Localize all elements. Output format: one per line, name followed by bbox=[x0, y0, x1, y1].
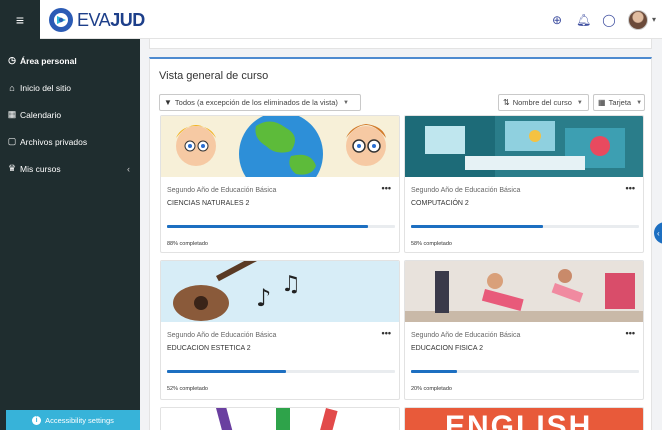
site-logo[interactable]: EVAJUD bbox=[48, 6, 145, 34]
sidebar-item-label: Archivos privados bbox=[20, 136, 88, 147]
progress-fill bbox=[411, 225, 544, 228]
progress-label: 88% completado bbox=[167, 241, 208, 247]
filter-dropdown[interactable]: ▼ Todos (a excepción de los eliminados d… bbox=[159, 94, 361, 111]
filter-label: Todos (a excepción de los eliminados de … bbox=[174, 98, 338, 107]
block-title: Vista general de curso bbox=[159, 70, 269, 82]
calendar-icon: ▦ bbox=[7, 109, 17, 119]
sidebar-item-label: Mis cursos bbox=[20, 163, 61, 174]
grid-icon: ▦ bbox=[598, 98, 606, 107]
previous-block-edge bbox=[149, 39, 652, 49]
course-name[interactable]: EDUCACION ESTETICA 2 bbox=[167, 345, 251, 352]
sort-icon: ⇅ bbox=[503, 98, 510, 107]
graduation-cap-icon: ♛ bbox=[7, 163, 17, 173]
course-actions-menu[interactable]: ••• bbox=[382, 328, 391, 338]
chevron-down-icon: ▼ bbox=[342, 99, 349, 106]
course-actions-menu[interactable]: ••• bbox=[382, 183, 391, 193]
course-actions-menu[interactable]: ••• bbox=[626, 328, 635, 338]
sidebar-item-archivos[interactable]: ▢ Archivos privados bbox=[0, 128, 140, 155]
course-image-fisica[interactable] bbox=[405, 261, 643, 322]
course-image-estetica[interactable]: ♪ ♫ bbox=[161, 261, 399, 322]
filter-icon: ▼ bbox=[164, 98, 172, 107]
progress-label: 58% completado bbox=[411, 241, 452, 247]
sort-label: Nombre del curso bbox=[512, 98, 572, 107]
course-category: Segundo Año de Educación Básica bbox=[411, 187, 521, 194]
top-navbar: ≡ EVAJUD ⊕ 🔔︎ ◯ ▾ bbox=[0, 0, 662, 39]
svg-text:♪: ♪ bbox=[256, 284, 271, 312]
progress-bar bbox=[411, 370, 639, 373]
course-category: Segundo Año de Educación Básica bbox=[167, 332, 277, 339]
chevron-down-icon: ▼ bbox=[576, 99, 583, 106]
view-label: Tarjeta bbox=[608, 98, 632, 107]
sidebar-item-label: Calendario bbox=[20, 109, 62, 120]
course-name[interactable]: COMPUTACIÓN 2 bbox=[411, 200, 469, 207]
course-actions-menu[interactable]: ••• bbox=[626, 183, 635, 193]
dashboard-icon: ◷ bbox=[8, 55, 16, 65]
svg-text:♫: ♫ bbox=[281, 272, 301, 297]
progress-fill bbox=[167, 370, 286, 373]
user-avatar[interactable] bbox=[627, 9, 648, 30]
user-menu-caret[interactable]: ▾ bbox=[652, 15, 656, 24]
course-category: Segundo Año de Educación Básica bbox=[411, 332, 521, 339]
progress-fill bbox=[411, 370, 457, 373]
progress-label: 20% completado bbox=[411, 386, 452, 392]
drawer-toggle-button[interactable]: ‹ bbox=[654, 222, 662, 244]
course-card-partial[interactable] bbox=[160, 407, 400, 430]
sort-dropdown[interactable]: ⇅ Nombre del curso ▼ bbox=[498, 94, 589, 111]
logo-mark-icon bbox=[49, 8, 73, 32]
progress-bar bbox=[411, 225, 639, 228]
english-banner-text: ENGLISH bbox=[445, 410, 593, 430]
view-dropdown[interactable]: ▦ Tarjeta ▼ bbox=[593, 94, 645, 111]
course-category: Segundo Año de Educación Básica bbox=[167, 187, 277, 194]
accessibility-icon: i bbox=[32, 415, 42, 425]
sidebar-item-area-personal[interactable]: ◷ Área personal bbox=[0, 47, 140, 74]
logo-text: EVAJUD bbox=[77, 9, 145, 30]
left-sidebar: ◷ Área personal ⌂ Inicio del sitio ▦ Cal… bbox=[0, 39, 140, 430]
home-icon: ⌂ bbox=[9, 82, 15, 93]
sidebar-item-inicio[interactable]: ⌂ Inicio del sitio bbox=[0, 74, 140, 101]
chevron-down-icon: ▼ bbox=[636, 99, 643, 106]
progress-fill bbox=[167, 225, 368, 228]
course-image-computacion[interactable] bbox=[405, 116, 643, 177]
course-card[interactable]: Segundo Año de Educación Básica COMPUTAC… bbox=[404, 115, 644, 253]
progress-bar bbox=[167, 225, 395, 228]
chevron-left-icon[interactable]: ‹ bbox=[127, 164, 130, 174]
accessibility-settings-button[interactable]: i Accessibility settings bbox=[6, 410, 140, 430]
hamburger-menu-button[interactable]: ≡ bbox=[0, 0, 40, 39]
bell-icon[interactable]: 🔔︎ bbox=[576, 13, 591, 27]
course-overview-block: Vista general de curso ▼ Todos (a excepc… bbox=[149, 57, 652, 430]
course-card[interactable]: ♪ ♫ Segundo Año de Educación Básica EDUC… bbox=[160, 260, 400, 400]
sidebar-item-label: Inicio del sitio bbox=[20, 82, 72, 93]
sidebar-item-calendario[interactable]: ▦ Calendario bbox=[0, 101, 140, 128]
sidebar-item-mis-cursos[interactable]: ♛ Mis cursos ‹ bbox=[0, 155, 140, 182]
files-icon: ▢ bbox=[7, 136, 17, 146]
course-image-ciencias[interactable] bbox=[161, 116, 399, 177]
course-name[interactable]: EDUCACION FISICA 2 bbox=[411, 345, 483, 352]
chat-icon[interactable]: ◯ bbox=[602, 13, 616, 27]
course-card[interactable]: Segundo Año de Educación Básica CIENCIAS… bbox=[160, 115, 400, 253]
course-card[interactable]: Segundo Año de Educación Básica EDUCACIO… bbox=[404, 260, 644, 400]
sidebar-item-label: Área personal bbox=[20, 55, 77, 66]
course-name[interactable]: CIENCIAS NATURALES 2 bbox=[167, 200, 249, 207]
course-image-partial bbox=[161, 408, 399, 430]
progress-bar bbox=[167, 370, 395, 373]
accessibility-settings-label: Accessibility settings bbox=[45, 415, 114, 425]
progress-label: 52% completado bbox=[167, 386, 208, 392]
course-card-partial[interactable]: ENGLISH bbox=[404, 407, 644, 430]
globe-icon[interactable]: ⊕ bbox=[550, 13, 564, 27]
